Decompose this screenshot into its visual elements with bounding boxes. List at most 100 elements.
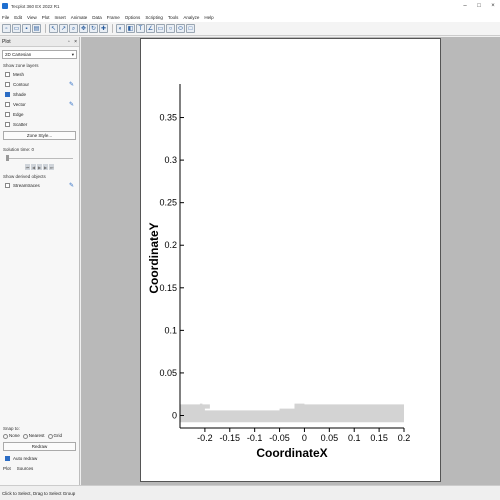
undock-icon[interactable]: ▫ <box>68 39 70 45</box>
x-tick-label: -0.05 <box>269 433 290 443</box>
auto-redraw-checkbox[interactable] <box>5 455 10 461</box>
layer-vector[interactable]: Vector ✎ <box>0 99 79 109</box>
menu-analyze[interactable]: Analyze <box>183 15 199 20</box>
tab-plot[interactable]: Plot <box>3 466 11 471</box>
menu-insert[interactable]: Insert <box>54 15 65 20</box>
y-tick-label: 0.3 <box>164 155 177 165</box>
menu-data[interactable]: Data <box>92 15 102 20</box>
layer-mesh-label: Mesh <box>13 71 25 77</box>
new-icon[interactable]: ▫ <box>2 24 11 33</box>
menu-frame[interactable]: Frame <box>107 15 120 20</box>
translate-icon[interactable]: ✥ <box>79 24 88 33</box>
layer-edge[interactable]: Edge <box>0 109 79 119</box>
layer-vector-details-icon[interactable]: ✎ <box>69 101 74 108</box>
contour-icon[interactable]: ◐ <box>116 24 125 33</box>
minimize-icon[interactable]: – <box>458 3 472 9</box>
menu-tools[interactable]: Tools <box>168 15 179 20</box>
save-icon[interactable]: ▪ <box>22 24 31 33</box>
snap-grid-radio[interactable] <box>47 433 53 439</box>
toolbar-separator <box>45 24 46 33</box>
rectangle-icon[interactable]: ▭ <box>156 24 165 33</box>
x-tick-label: -0.1 <box>247 433 263 443</box>
redraw-button[interactable]: Redraw <box>3 442 76 451</box>
close-panel-icon[interactable]: × <box>74 39 77 45</box>
geometry-icon[interactable]: ∠ <box>146 24 155 33</box>
layer-scatter-checkbox[interactable] <box>5 121 10 127</box>
text-icon[interactable]: T <box>136 24 145 33</box>
menu-view[interactable]: View <box>27 15 37 20</box>
solution-time-slider[interactable] <box>6 155 73 161</box>
menu-animate[interactable]: Animate <box>71 15 88 20</box>
streamtraces-checkbox[interactable] <box>5 182 10 188</box>
maximize-icon[interactable]: □ <box>472 3 486 9</box>
x-tick-label: 0.1 <box>348 433 361 443</box>
menu-options[interactable]: Options <box>125 15 141 20</box>
snap-nearest[interactable]: Nearest <box>22 433 45 439</box>
menu-scripting[interactable]: Scripting <box>145 15 163 20</box>
menu-plot[interactable]: Plot <box>42 15 50 20</box>
snap-to-label: Snap to: <box>3 426 20 431</box>
streamtraces-details-icon[interactable]: ✎ <box>69 182 74 189</box>
layer-contour-checkbox[interactable] <box>5 81 10 87</box>
layer-shade-label: Shade <box>13 91 27 97</box>
chevron-down-icon: ▾ <box>71 51 74 57</box>
y-tick-label: 0.2 <box>164 240 177 250</box>
shaded-zone-0[interactable] <box>180 403 404 423</box>
menu-bar: File Edit View Plot Insert Animate Data … <box>0 12 500 22</box>
window-title: Tecplot 360 EX 2022 R1 <box>11 3 60 9</box>
menu-edit[interactable]: Edit <box>14 15 22 20</box>
layer-shade-checkbox[interactable] <box>5 91 10 97</box>
play-icon[interactable]: ▶ <box>37 164 42 170</box>
streamtraces-row[interactable]: Streamtraces ✎ <box>0 180 79 190</box>
layer-shade[interactable]: Shade <box>0 89 79 99</box>
y-tick-label: 0 <box>172 410 177 420</box>
solution-time-label: Solution time: 0 <box>3 147 35 152</box>
layer-mesh[interactable]: Mesh <box>0 69 79 79</box>
snap-none[interactable]: None <box>3 433 20 439</box>
layer-vector-label: Vector <box>13 101 26 107</box>
sidebar-footer: Snap to: None Nearest Grid Redraw Auto r… <box>0 425 79 471</box>
window-controls: – □ × <box>458 3 500 9</box>
print-icon[interactable]: ▤ <box>32 24 41 33</box>
slider-thumb[interactable] <box>6 155 9 161</box>
adjust-icon[interactable]: ↗ <box>59 24 68 33</box>
y-tick-label: 0.35 <box>159 113 177 123</box>
layer-scatter[interactable]: Scatter <box>0 119 79 129</box>
show-derived-label: Show derived objects <box>3 174 46 179</box>
sidebar-tabs: Plot Sources <box>0 466 79 471</box>
y-tick-label: 0.05 <box>159 368 177 378</box>
zone-style-button[interactable]: Zone Style... <box>3 131 76 140</box>
probe-icon[interactable]: ✚ <box>99 24 108 33</box>
layer-vector-checkbox[interactable] <box>5 101 10 107</box>
first-frame-icon[interactable]: ⏮ <box>25 164 30 170</box>
ellipse-icon[interactable]: ⬭ <box>176 24 185 33</box>
slice-icon[interactable]: ◧ <box>126 24 135 33</box>
square-icon[interactable]: □ <box>186 24 195 33</box>
tab-sources[interactable]: Sources <box>17 466 34 471</box>
auto-redraw-row[interactable]: Auto redraw <box>0 453 79 463</box>
last-frame-icon[interactable]: ⏭ <box>49 164 54 170</box>
prev-frame-icon[interactable]: ◀ <box>31 164 36 170</box>
menu-file[interactable]: File <box>2 15 9 20</box>
layer-contour-details-icon[interactable]: ✎ <box>69 81 74 88</box>
select-icon[interactable]: ↖ <box>49 24 58 33</box>
next-frame-icon[interactable]: ▶ <box>43 164 48 170</box>
streamtraces-label: Streamtraces <box>13 182 40 188</box>
snap-none-radio[interactable] <box>3 433 8 439</box>
layer-contour[interactable]: Contour ✎ <box>0 79 79 89</box>
layer-edge-label: Edge <box>13 111 24 117</box>
open-icon[interactable]: ▭ <box>12 24 21 33</box>
plot-type-select[interactable]: 2D Cartesian ▾ <box>2 50 77 59</box>
plot-area[interactable]: -0.2 -0.15 -0.1 -0.05 0 0.05 0.1 0.15 0.2 0 0.05 0… <box>140 38 441 482</box>
snap-grid[interactable]: Grid <box>47 433 62 439</box>
snap-nearest-radio[interactable] <box>22 433 28 439</box>
layer-edge-checkbox[interactable] <box>5 111 10 117</box>
close-icon[interactable]: × <box>486 3 500 9</box>
x-tick-label: 0.05 <box>321 433 339 443</box>
zoom-icon[interactable]: ⌕ <box>69 24 78 33</box>
menu-help[interactable]: Help <box>204 15 213 20</box>
toolbar: ▫ ▭ ▪ ▤ ↖ ↗ ⌕ ✥ ↻ ✚ ◐ ◧ T ∠ ▭ ○ ⬭ □ <box>0 22 500 36</box>
circle-icon[interactable]: ○ <box>166 24 175 33</box>
layer-mesh-checkbox[interactable] <box>5 71 10 77</box>
rotate-icon[interactable]: ↻ <box>89 24 98 33</box>
